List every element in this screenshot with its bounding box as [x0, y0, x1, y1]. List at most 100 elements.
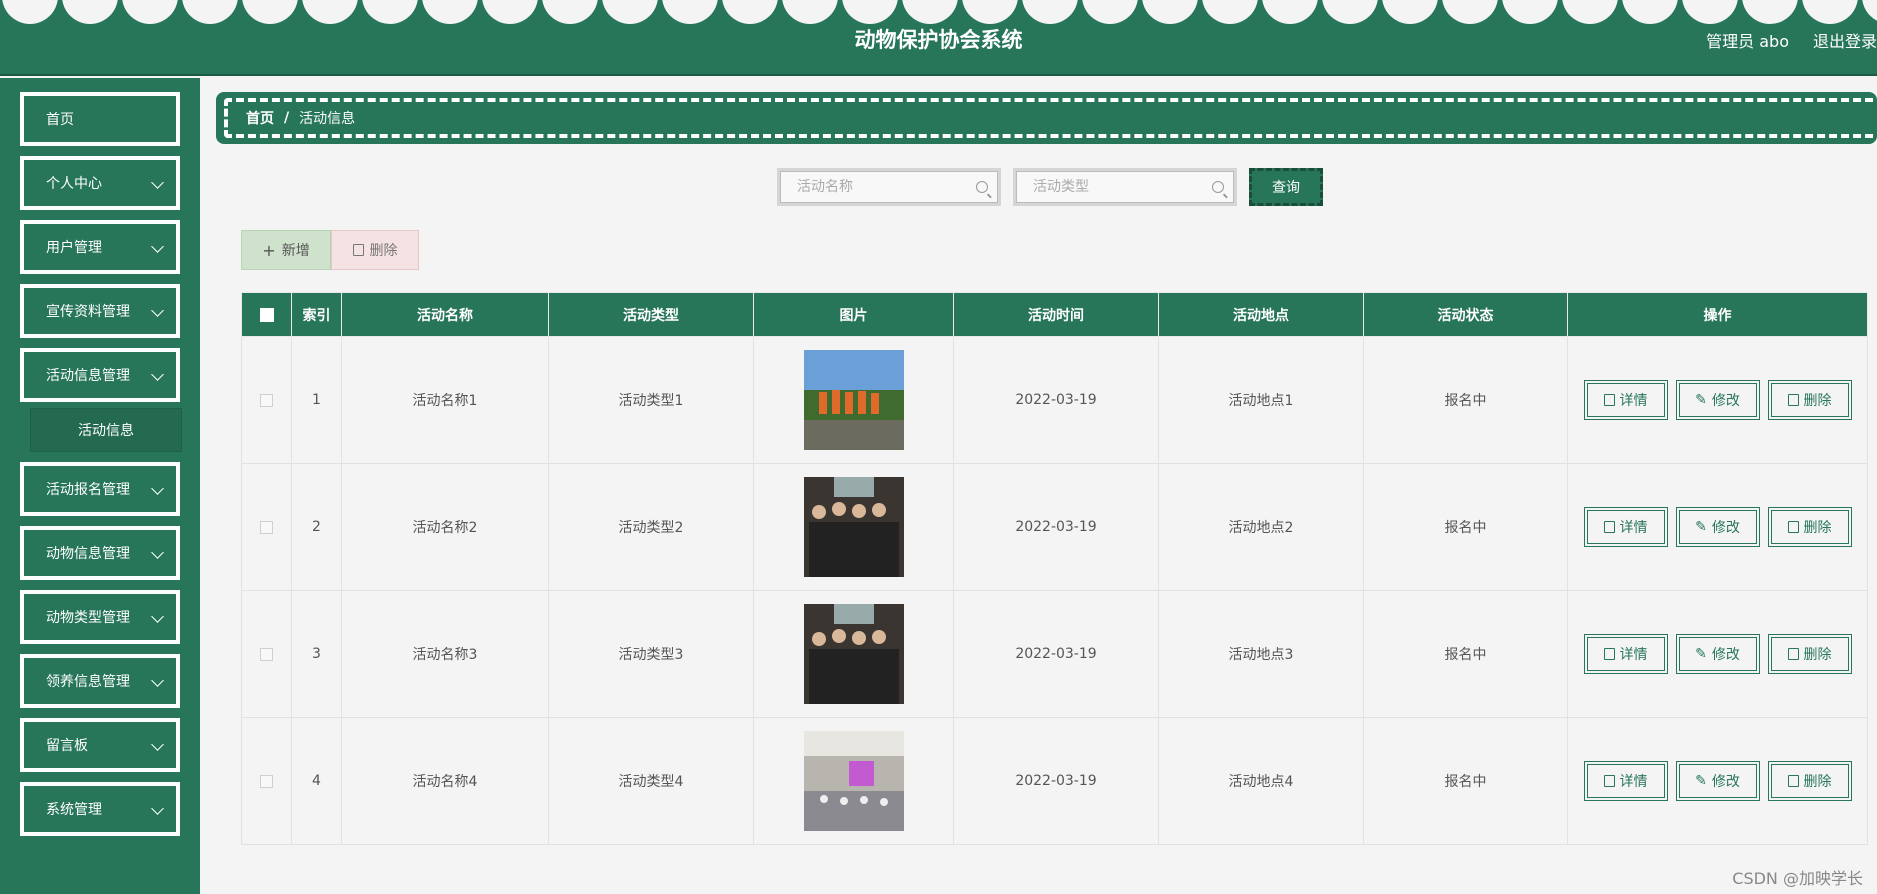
sidebar-item-home[interactable]: 首页 — [19, 91, 181, 147]
detail-button[interactable]: 详情 — [1583, 634, 1668, 674]
activity-name-search — [777, 168, 1001, 206]
scallop-circle — [722, 0, 778, 24]
breadcrumb-current: 活动信息 — [299, 111, 356, 127]
scallop-circle — [302, 0, 358, 24]
table-row: 3 活动名称3 活动类型3 2022-03-19 活动地点3 报名中 详情 ✎ 修… — [241, 590, 1868, 718]
document-icon — [1603, 521, 1615, 533]
row-activity-name: 活动名称4 — [341, 717, 549, 845]
column-header-place: 活动地点 — [1158, 292, 1364, 337]
scallop-circle — [602, 0, 658, 24]
row-checkbox[interactable] — [260, 647, 273, 661]
sidebar-item-animal-info[interactable]: 动物信息管理 — [19, 525, 181, 581]
column-header-name: 活动名称 — [341, 292, 549, 337]
column-header-time: 活动时间 — [953, 292, 1159, 337]
scallop-circle — [1022, 0, 1078, 24]
delete-button[interactable]: 删除 — [1767, 507, 1852, 547]
column-header-actions: 操作 — [1567, 292, 1868, 337]
sidebar-item-activity-management[interactable]: 活动信息管理 — [19, 347, 181, 403]
activity-image — [803, 477, 904, 577]
scallop-circle — [1622, 0, 1678, 24]
delete-button[interactable]: 删除 — [1767, 761, 1852, 801]
delete-button[interactable]: 删除 — [1767, 634, 1852, 674]
sidebar-item-adoption-info[interactable]: 领养信息管理 — [19, 653, 181, 709]
chevron-down-icon — [151, 674, 164, 687]
activity-image — [803, 731, 904, 831]
row-activity-status: 报名中 — [1363, 590, 1568, 718]
row-activity-status: 报名中 — [1363, 336, 1568, 464]
logout-link[interactable]: 退出登录 — [1813, 28, 1877, 52]
sidebar-item-activity-signup[interactable]: 活动报名管理 — [19, 461, 181, 517]
query-button[interactable]: 查询 — [1249, 168, 1323, 206]
sidebar-item-publicity-management[interactable]: 宣传资料管理 — [19, 283, 181, 339]
activity-name-input[interactable] — [780, 171, 998, 203]
add-button[interactable]: + 新增 — [241, 230, 331, 270]
scallop-circle — [1562, 0, 1618, 24]
edit-button[interactable]: ✎ 修改 — [1675, 507, 1760, 547]
sidebar-item-animal-type[interactable]: 动物类型管理 — [19, 589, 181, 645]
row-activity-name: 活动名称1 — [341, 336, 549, 464]
scallop-circle — [422, 0, 478, 24]
plus-icon: + — [262, 240, 276, 260]
sidebar-item-personal-center[interactable]: 个人中心 — [19, 155, 181, 211]
row-activity-place: 活动地点2 — [1158, 463, 1364, 591]
scallop-circle — [1862, 0, 1877, 24]
pencil-icon: ✎ — [1695, 392, 1707, 408]
detail-button[interactable]: 详情 — [1583, 761, 1668, 801]
row-index: 2 — [291, 463, 342, 591]
column-header-type: 活动类型 — [548, 292, 754, 337]
activity-type-input[interactable] — [1016, 171, 1234, 203]
chevron-down-icon — [151, 482, 164, 495]
row-activity-type: 活动类型3 — [548, 590, 754, 718]
admin-username: 管理员 abo — [1706, 32, 1789, 51]
chevron-down-icon — [151, 802, 164, 815]
delete-button[interactable]: 删除 — [1767, 380, 1852, 420]
row-activity-type: 活动类型4 — [548, 717, 754, 845]
row-activity-time: 2022-03-19 — [953, 590, 1159, 718]
edit-button[interactable]: ✎ 修改 — [1675, 634, 1760, 674]
row-activity-name: 活动名称3 — [341, 590, 549, 718]
sidebar-subitem-activity-info[interactable]: 活动信息 — [30, 408, 182, 452]
edit-button[interactable]: ✎ 修改 — [1675, 380, 1760, 420]
scallop-circle — [902, 0, 958, 24]
scallop-circle — [1802, 0, 1858, 24]
scallop-circle — [2, 0, 58, 24]
table-row: 4 活动名称4 活动类型4 2022-03-19 活动地点4 报名中 详情 ✎ 修… — [241, 717, 1868, 845]
activity-table: 索引 活动名称 活动类型 图片 活动时间 活动地点 活动状态 操作 1 活动名称… — [241, 292, 1868, 845]
detail-button[interactable]: 详情 — [1583, 380, 1668, 420]
activity-image — [803, 604, 904, 704]
select-all-checkbox[interactable] — [259, 307, 274, 322]
scallop-circle — [1202, 0, 1258, 24]
scallop-circle — [1142, 0, 1198, 24]
sidebar-item-user-management[interactable]: 用户管理 — [19, 219, 181, 275]
row-checkbox[interactable] — [260, 393, 273, 407]
scallop-circle — [242, 0, 298, 24]
csdn-watermark: CSDN @加映学长 — [1732, 869, 1863, 888]
scallop-circle — [1682, 0, 1738, 24]
row-checkbox[interactable] — [260, 520, 273, 534]
row-checkbox[interactable] — [260, 774, 273, 788]
row-activity-status: 报名中 — [1363, 717, 1568, 845]
row-activity-name: 活动名称2 — [341, 463, 549, 591]
breadcrumb-home[interactable]: 首页 — [246, 108, 274, 128]
row-activity-place: 活动地点1 — [1158, 336, 1364, 464]
sidebar-item-system-management[interactable]: 系统管理 — [19, 781, 181, 837]
table-row: 2 活动名称2 活动类型2 2022-03-19 活动地点2 报名中 详情 ✎ 修… — [241, 463, 1868, 591]
pencil-icon: ✎ — [1695, 773, 1707, 789]
trash-icon — [1787, 775, 1799, 787]
sidebar: 首页 个人中心 用户管理 宣传资料管理 活动信息管理 活动信息 活动报名管理 动… — [0, 78, 200, 894]
row-activity-place: 活动地点3 — [1158, 590, 1364, 718]
row-activity-status: 报名中 — [1363, 463, 1568, 591]
row-activity-time: 2022-03-19 — [953, 463, 1159, 591]
pencil-icon: ✎ — [1695, 646, 1707, 662]
trash-icon — [1787, 394, 1799, 406]
chevron-down-icon — [151, 738, 164, 751]
batch-delete-button[interactable]: 删除 — [331, 230, 419, 270]
row-activity-place: 活动地点4 — [1158, 717, 1364, 845]
sidebar-item-message-board[interactable]: 留言板 — [19, 717, 181, 773]
breadcrumb-separator: / — [284, 110, 290, 126]
scallop-circle — [182, 0, 238, 24]
edit-button[interactable]: ✎ 修改 — [1675, 761, 1760, 801]
scallop-circle — [1502, 0, 1558, 24]
document-icon — [1603, 394, 1615, 406]
detail-button[interactable]: 详情 — [1583, 507, 1668, 547]
